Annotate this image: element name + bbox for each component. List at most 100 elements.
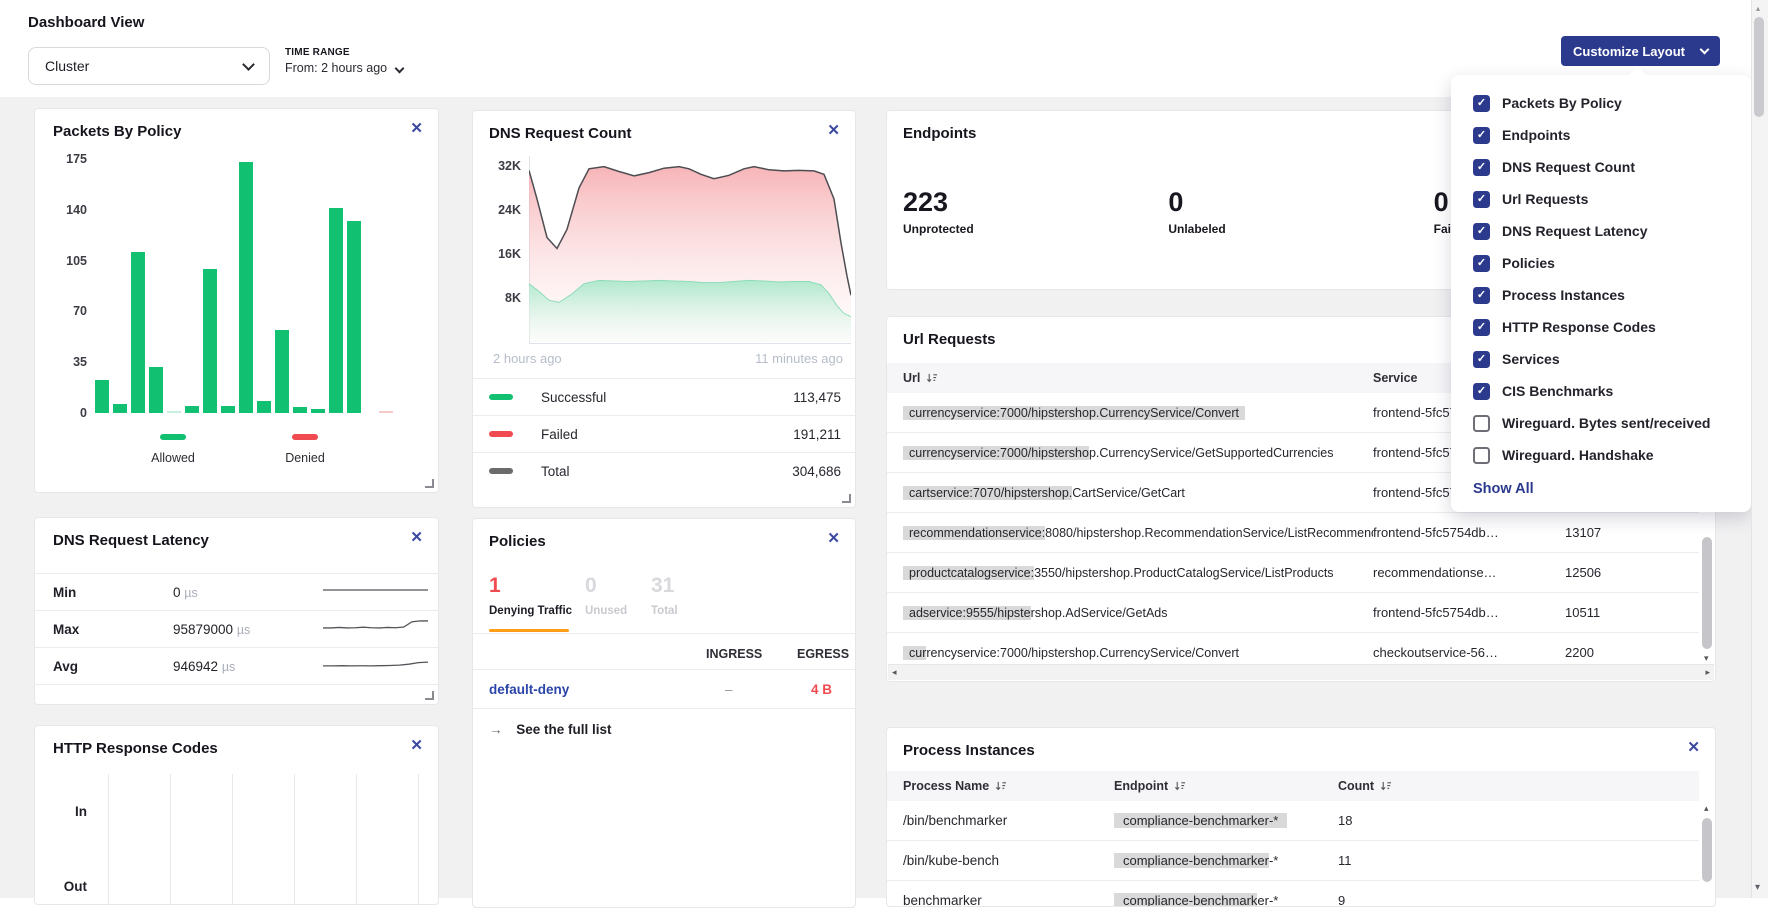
scrollbar-thumb[interactable]	[1702, 537, 1712, 649]
customize-menu-item[interactable]: ✓HTTP Response Codes	[1451, 311, 1751, 343]
column-header-process-name[interactable]: Process Name	[903, 779, 1114, 793]
divider	[473, 708, 855, 709]
customize-menu-item[interactable]: Wireguard. Bytes sent/received	[1451, 407, 1751, 439]
resize-handle[interactable]	[425, 691, 434, 700]
checkbox-checked-icon[interactable]: ✓	[1473, 351, 1490, 368]
legend-item-allowed: Allowed	[135, 427, 211, 465]
time-range-value[interactable]: From: 2 hours ago	[285, 61, 403, 75]
url-cell: currencyservice:7000/hipstershop.Currenc…	[903, 406, 1373, 420]
denied-bar	[379, 411, 393, 413]
url-cell: adservice:9555/hipstershop.AdService/Get…	[903, 606, 1373, 620]
customize-menu-item[interactable]: Wireguard. Handshake	[1451, 439, 1751, 471]
checkbox-unchecked-icon[interactable]	[1473, 447, 1490, 464]
process-table-body: /bin/benchmarkercompliance-benchmarker-*…	[887, 801, 1699, 906]
allowed-bar	[239, 162, 253, 413]
endpoint-chip: compliance-benchmark	[1114, 893, 1257, 906]
checkbox-checked-icon[interactable]: ✓	[1473, 223, 1490, 240]
allowed-bar	[221, 406, 235, 413]
scroll-left-icon[interactable]: ◂	[892, 668, 897, 677]
checkbox-checked-icon[interactable]: ✓	[1473, 287, 1490, 304]
column-header-url[interactable]: Url	[903, 371, 1373, 385]
scroll-up-icon[interactable]: ▴	[1704, 804, 1709, 813]
legend-item-denied: Denied	[267, 427, 343, 465]
service-cell: frontend-5fc5754db…	[1373, 525, 1565, 540]
y-axis-tick: 32K	[498, 159, 521, 173]
y-axis-tick: 70	[73, 304, 87, 318]
chart-row-label: Out	[64, 879, 87, 894]
column-label: Endpoint	[1114, 779, 1168, 793]
checkbox-checked-icon[interactable]: ✓	[1473, 159, 1490, 176]
latency-label: Avg	[53, 659, 173, 674]
endpoint-metric: 223Unprotected	[903, 187, 1168, 236]
customize-menu-item[interactable]: ✓Policies	[1451, 247, 1751, 279]
dns-area-chart	[529, 156, 851, 344]
show-all-link[interactable]: Show All	[1473, 481, 1751, 497]
y-axis-tick: 105	[66, 254, 87, 268]
scrollbar-thumb[interactable]	[1754, 17, 1764, 117]
customize-menu-item[interactable]: ✓DNS Request Count	[1451, 151, 1751, 183]
checkbox-checked-icon[interactable]: ✓	[1473, 191, 1490, 208]
stat-total[interactable]: 31 Total	[651, 574, 717, 617]
close-icon[interactable]: ✕	[410, 120, 423, 138]
url-highlight: currencyservice:7000/hipstershop.Currenc…	[903, 406, 1245, 420]
card-policies: Policies ✕ 1 Denying Traffic 0 Unused 31…	[472, 518, 856, 908]
customize-layout-button[interactable]: Customize Layout	[1561, 36, 1720, 66]
count-cell: 18	[1338, 813, 1699, 828]
column-label: Process Name	[903, 779, 989, 793]
horizontal-scrollbar[interactable]: ◂ ▸	[888, 664, 1714, 680]
policy-ingress-value: –	[725, 682, 733, 697]
checkbox-checked-icon[interactable]: ✓	[1473, 383, 1490, 400]
latency-unit: µs	[237, 623, 250, 637]
close-icon[interactable]: ✕	[827, 122, 840, 140]
scroll-down-icon[interactable]: ▾	[1704, 654, 1709, 663]
customize-menu-item[interactable]: ✓Packets By Policy	[1451, 87, 1751, 119]
close-icon[interactable]: ✕	[827, 530, 840, 548]
endpoint-rest: -*	[1269, 853, 1278, 868]
customize-menu-item[interactable]: ✓Endpoints	[1451, 119, 1751, 151]
see-full-list-link[interactable]: → See the full list	[489, 722, 612, 737]
vertical-scrollbar[interactable]: ▴	[1702, 804, 1713, 906]
checkbox-unchecked-icon[interactable]	[1473, 415, 1490, 432]
scroll-right-icon[interactable]: ▸	[1705, 668, 1710, 677]
checkbox-checked-icon[interactable]: ✓	[1473, 95, 1490, 112]
view-select[interactable]: Cluster	[28, 47, 270, 85]
gridline	[170, 774, 171, 904]
denied-swatch	[292, 434, 318, 440]
chevron-down-icon	[242, 58, 255, 71]
customize-menu-item[interactable]: ✓ Process Instances	[1451, 279, 1751, 311]
close-icon[interactable]: ✕	[1687, 739, 1700, 757]
close-icon[interactable]: ✕	[410, 737, 423, 755]
column-header-count[interactable]: Count	[1338, 779, 1699, 793]
legend-value: 113,475	[793, 390, 841, 405]
close-icon[interactable]: ✕	[410, 529, 423, 547]
legend-label: Denied	[267, 451, 343, 465]
checkbox-checked-icon[interactable]: ✓	[1473, 255, 1490, 272]
customize-menu-item[interactable]: ✓Url Requests	[1451, 183, 1751, 215]
resize-handle[interactable]	[425, 479, 434, 488]
metric-label: Unlabeled	[1168, 222, 1433, 236]
menu-item-label: Process Instances	[1502, 287, 1625, 303]
customize-menu-item[interactable]: ✓Services	[1451, 343, 1751, 375]
customize-menu-item[interactable]: ✓DNS Request Latency	[1451, 215, 1751, 247]
stat-denying-traffic[interactable]: 1 Denying Traffic	[489, 574, 585, 617]
scroll-down-icon[interactable]: ▾	[1755, 882, 1760, 893]
endpoint-cell: compliance-benchmarker-*	[1114, 853, 1338, 868]
url-rest: CartService/GetCart	[1072, 486, 1185, 500]
legend-swatch	[489, 431, 513, 437]
gridline	[356, 774, 357, 904]
scroll-up-icon[interactable]: ▴	[1756, 4, 1760, 13]
count-cell: 12506	[1565, 565, 1699, 580]
scrollbar-thumb[interactable]	[1702, 818, 1712, 882]
chevron-down-icon	[394, 64, 404, 74]
column-header-endpoint[interactable]: Endpoint	[1114, 779, 1338, 793]
checkbox-checked-icon[interactable]: ✓	[1473, 319, 1490, 336]
checkbox-checked-icon[interactable]: ✓	[1473, 127, 1490, 144]
endpoint-cell: compliance-benchmarker-*	[1114, 813, 1338, 828]
customize-menu-item[interactable]: ✓CIS Benchmarks	[1451, 375, 1751, 407]
page-scrollbar[interactable]: ▴ ▾	[1751, 0, 1768, 898]
url-highlight: cur	[903, 646, 926, 660]
resize-handle[interactable]	[842, 494, 851, 503]
stat-unused[interactable]: 0 Unused	[585, 574, 651, 617]
table-row: /bin/benchmarkercompliance-benchmarker-*…	[887, 801, 1699, 841]
policy-link[interactable]: default-deny	[489, 682, 569, 697]
